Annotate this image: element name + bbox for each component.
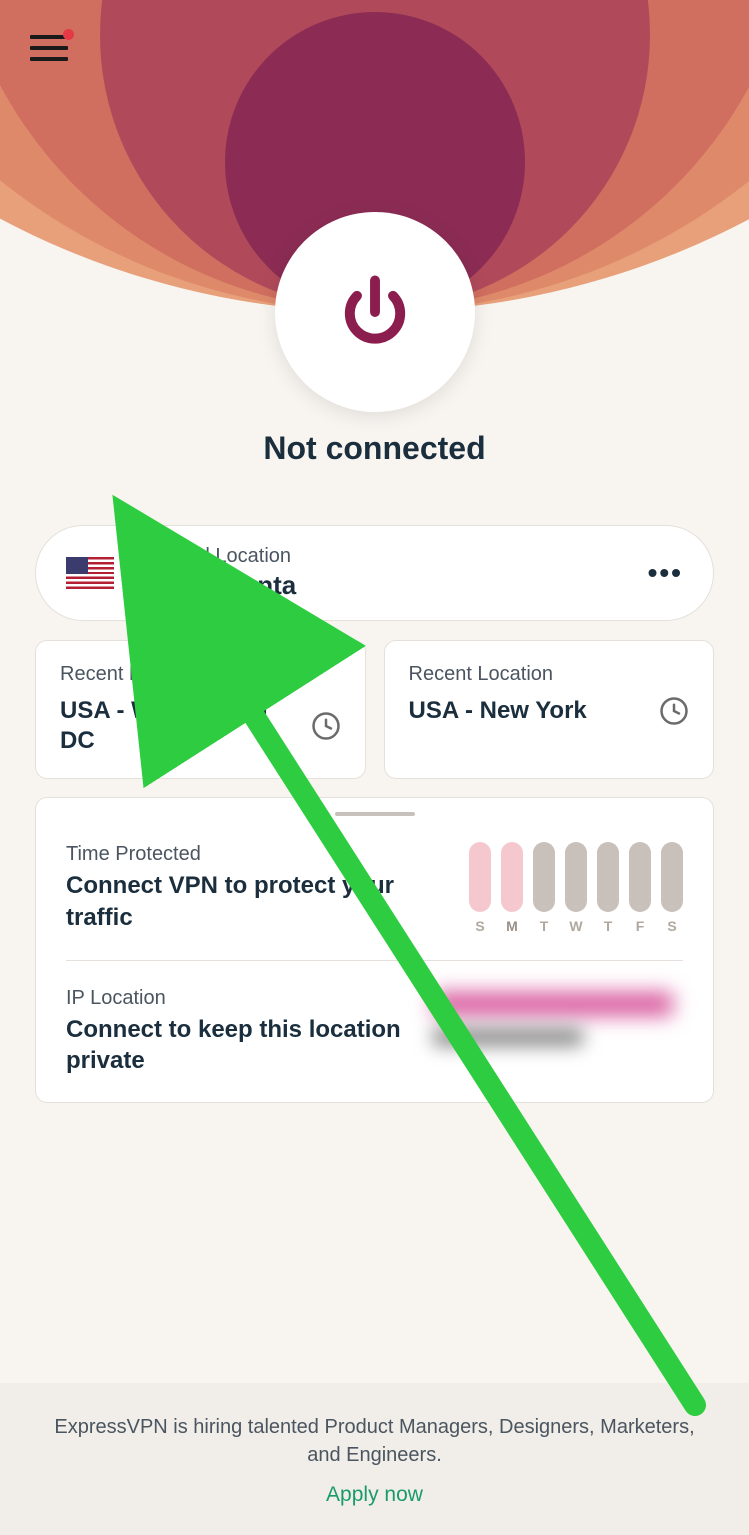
- stats-card[interactable]: Time Protected Connect VPN to protect yo…: [35, 797, 714, 1103]
- clock-icon: [659, 696, 689, 726]
- footer-text: ExpressVPN is hiring talented Product Ma…: [40, 1413, 709, 1469]
- recent-location-card-2[interactable]: Recent Location USA - New York: [384, 640, 715, 779]
- notification-badge: [63, 29, 74, 40]
- footer-banner: ExpressVPN is hiring talented Product Ma…: [0, 1383, 749, 1535]
- ip-location-label: IP Location: [66, 987, 423, 1010]
- apply-now-link[interactable]: Apply now: [40, 1483, 709, 1507]
- recent-location-label: Recent Location: [409, 663, 690, 686]
- week-chart: S M T W T F S: [469, 842, 683, 934]
- recent-location-label: Recent Location: [60, 663, 341, 686]
- recent-location-card-1[interactable]: Recent Location USA - Washington DC: [35, 640, 366, 779]
- recent-location-name: USA - New York: [409, 696, 587, 726]
- us-flag-icon: [66, 557, 114, 589]
- connection-status: Not connected: [0, 430, 749, 467]
- time-protected-label: Time Protected: [66, 843, 459, 866]
- recent-location-name: USA - Washington DC: [60, 696, 301, 756]
- selected-location-value: USA - Atlanta: [132, 570, 648, 601]
- ip-location-value: Connect to keep this location private: [66, 1014, 423, 1076]
- power-icon: [330, 267, 420, 357]
- blurred-ip-location: [433, 992, 683, 1072]
- connect-power-button[interactable]: [275, 212, 475, 412]
- more-options-button[interactable]: •••: [648, 557, 683, 589]
- selected-location-label: Selected Location: [132, 545, 648, 568]
- selected-location-card[interactable]: Selected Location USA - Atlanta •••: [35, 525, 714, 621]
- clock-icon: [311, 711, 341, 741]
- menu-button[interactable]: [30, 35, 68, 63]
- time-protected-value: Connect VPN to protect your traffic: [66, 870, 459, 932]
